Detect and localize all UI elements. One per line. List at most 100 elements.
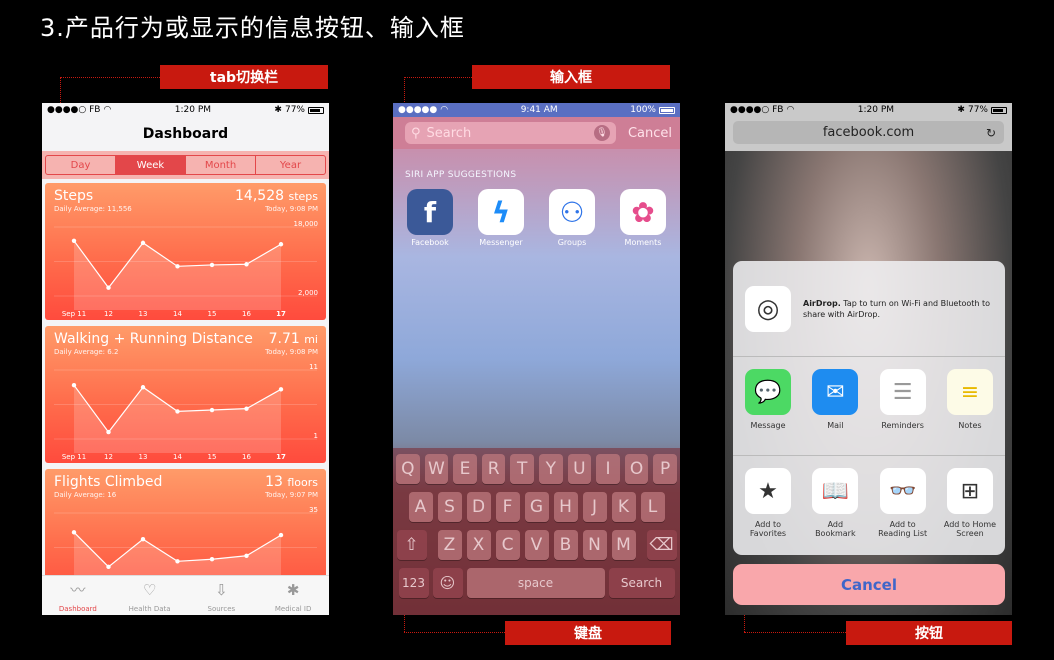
metric-card[interactable]: Steps Daily Average: 11,556 14,528 steps To… bbox=[45, 183, 326, 320]
line-chart bbox=[54, 226, 317, 310]
share-label: Add to Reading List bbox=[878, 520, 928, 538]
messenger-icon: ϟ bbox=[478, 189, 524, 235]
key-d[interactable]: D bbox=[466, 492, 491, 522]
book-icon: 📖 bbox=[812, 468, 859, 514]
data-point bbox=[244, 553, 249, 558]
wifi-icon: ◠ bbox=[440, 105, 449, 115]
tab-medical-id[interactable]: ✱ Medical ID bbox=[257, 576, 329, 615]
microphone-icon[interactable]: 🎙 bbox=[593, 125, 610, 141]
key-a[interactable]: A bbox=[408, 492, 433, 522]
space-key[interactable]: space bbox=[466, 568, 605, 598]
key-e[interactable]: E bbox=[453, 454, 477, 484]
address-bar[interactable]: facebook.com ↻ bbox=[733, 121, 1004, 144]
key-r[interactable]: R bbox=[481, 454, 506, 484]
key-s[interactable]: S bbox=[437, 492, 462, 522]
shift-key[interactable]: ⇧ bbox=[396, 530, 427, 560]
key-u[interactable]: U bbox=[567, 454, 592, 484]
data-point bbox=[175, 264, 180, 269]
share-add-bookmark[interactable]: 📖 Add Bookmark bbox=[808, 468, 862, 555]
key-t[interactable]: T bbox=[510, 454, 534, 484]
key-f[interactable]: F bbox=[495, 492, 520, 522]
key-y[interactable]: Y bbox=[539, 454, 563, 484]
tab-health-data[interactable]: ♡ Health Data bbox=[114, 576, 186, 615]
status-bar: ●●●●● ◠ 9:41 AM 100% bbox=[393, 103, 680, 117]
key-m[interactable]: M bbox=[611, 530, 636, 560]
key-q[interactable]: Q bbox=[396, 454, 420, 484]
key-z[interactable]: Z bbox=[437, 530, 462, 560]
data-point bbox=[140, 537, 146, 542]
status-time: 1:20 PM bbox=[174, 105, 212, 115]
section-header: SIRI APP SUGGESTIONS bbox=[405, 170, 517, 180]
airdrop-section[interactable]: ◎ AirDrop. Tap to turn on Wi-Fi and Blue… bbox=[733, 261, 1005, 357]
data-point bbox=[209, 557, 215, 562]
status-bar: ●●●●○ FB ◠ 1:20 PM ✱ 77% bbox=[42, 103, 329, 117]
star-icon: ★ bbox=[745, 468, 791, 514]
numbers-key[interactable]: 123 bbox=[398, 568, 429, 598]
x-tick-label: 15 bbox=[207, 310, 217, 318]
battery-icon bbox=[990, 106, 1007, 114]
reload-icon[interactable]: ↻ bbox=[986, 126, 996, 140]
segment-month[interactable]: Month bbox=[186, 156, 256, 174]
key-i[interactable]: I bbox=[596, 454, 620, 484]
key-w[interactable]: W bbox=[424, 454, 449, 484]
bluetooth-icon: ✱ bbox=[957, 105, 965, 115]
annotation-connector bbox=[404, 632, 505, 633]
share-reminders[interactable]: ☰ Reminders bbox=[876, 369, 930, 455]
share-message[interactable]: 💬 Message bbox=[741, 369, 795, 455]
key-n[interactable]: N bbox=[582, 530, 607, 560]
search-input[interactable]: ⚲ Search 🎙 bbox=[405, 122, 616, 144]
key-b[interactable]: B bbox=[553, 530, 578, 560]
x-tick-label: 17 bbox=[276, 310, 286, 318]
data-point bbox=[278, 532, 284, 538]
app-suggestions: f Facebook ϟ Messenger ⚇ Groups ✿ Moments bbox=[407, 189, 666, 247]
data-point bbox=[175, 409, 180, 414]
key-j[interactable]: J bbox=[582, 492, 607, 522]
moments-icon: ✿ bbox=[620, 189, 666, 235]
line-chart bbox=[54, 369, 317, 453]
key-c[interactable]: C bbox=[495, 530, 520, 560]
app-messenger[interactable]: ϟ Messenger bbox=[478, 189, 524, 247]
battery-percent: 100% bbox=[630, 105, 656, 115]
tab-dashboard[interactable]: 〰 Dashboard bbox=[42, 576, 114, 615]
x-tick-label: Sep 11 bbox=[61, 453, 87, 461]
battery-icon bbox=[307, 106, 324, 114]
segment-day[interactable]: Day bbox=[46, 156, 116, 174]
metric-card[interactable]: Walking + Running Distance Daily Average:… bbox=[45, 326, 326, 463]
share-add-to-home-screen[interactable]: ⊞ Add to Home Screen bbox=[943, 468, 997, 555]
backspace-key[interactable]: ⌫ bbox=[646, 530, 677, 560]
app-facebook[interactable]: f Facebook bbox=[407, 189, 453, 247]
search-bar: ⚲ Search 🎙 Cancel bbox=[393, 117, 680, 149]
key-h[interactable]: H bbox=[553, 492, 578, 522]
key-o[interactable]: O bbox=[624, 454, 649, 484]
x-tick-label: 16 bbox=[242, 453, 251, 461]
key-x[interactable]: X bbox=[466, 530, 491, 560]
tab-sources[interactable]: ⇩ Sources bbox=[186, 576, 258, 615]
cancel-button[interactable]: Cancel bbox=[733, 564, 1005, 605]
emoji-key[interactable]: ☺ bbox=[432, 568, 463, 598]
share-add-to-reading-list[interactable]: 👓 Add to Reading List bbox=[876, 468, 930, 555]
facebook-icon: f bbox=[407, 189, 453, 235]
wifi-icon: ◠ bbox=[786, 105, 795, 115]
segment-year[interactable]: Year bbox=[256, 156, 325, 174]
cancel-button[interactable]: Cancel bbox=[628, 126, 672, 141]
key-g[interactable]: G bbox=[524, 492, 549, 522]
share-mail[interactable]: ✉ Mail bbox=[808, 369, 862, 455]
key-v[interactable]: V bbox=[524, 530, 549, 560]
share-label: Message bbox=[750, 421, 786, 430]
search-icon: ⚲ bbox=[411, 125, 421, 141]
share-add-to-favorites[interactable]: ★ Add to Favorites bbox=[741, 468, 795, 555]
x-tick-label: 12 bbox=[104, 453, 113, 461]
key-l[interactable]: L bbox=[640, 492, 665, 522]
data-point bbox=[140, 240, 146, 246]
key-k[interactable]: K bbox=[611, 492, 636, 522]
share-label: Mail bbox=[827, 421, 844, 430]
search-key[interactable]: Search bbox=[608, 568, 675, 598]
key-p[interactable]: P bbox=[653, 454, 677, 484]
airdrop-title: AirDrop. bbox=[803, 298, 841, 308]
battery-icon bbox=[658, 106, 675, 114]
share-notes[interactable]: ≡ Notes bbox=[943, 369, 997, 455]
app-moments[interactable]: ✿ Moments bbox=[620, 189, 666, 247]
segment-week[interactable]: Week bbox=[116, 156, 186, 174]
x-tick-label: 15 bbox=[207, 453, 217, 461]
app-groups[interactable]: ⚇ Groups bbox=[549, 189, 595, 247]
